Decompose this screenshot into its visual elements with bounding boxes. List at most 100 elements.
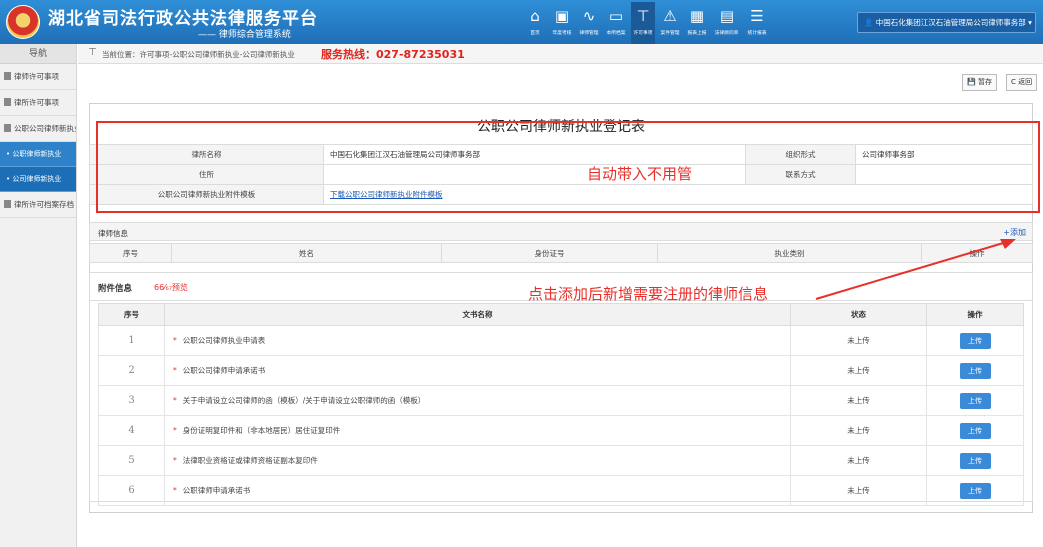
nav-case-management[interactable]: ⚠ 案件管理 [658,2,682,44]
upload-button[interactable]: 上传 [959,362,991,379]
annotation-add-hint: 点击添加后新增需要注册的律师信息 [528,285,769,303]
breadcrumb: 当前位置：许可事项-公职公司律师新执业-公司律师新执业 [102,50,295,59]
row-status: 未上传 [790,355,927,386]
report-icon: ▦ [689,7,705,25]
sidebar-subitem-label: 公司律师新执业 [12,175,62,183]
org-form-value: 公司律师事务部 [855,144,1033,165]
doc-name-text: 法律职业资格证或律师资格证副本复印件 [182,456,318,465]
attachments-section: 附件信息 66⁄₆₇预览 序号 文书名称 状态 操作 1 * 公职公司律师执业申请… [89,272,1033,506]
col-seq: 序号 [89,243,172,263]
monitor-icon: ▭ [608,7,624,25]
sidebar-item-public-company-lawyer[interactable]: 公职公司律师新执业 [0,116,76,142]
folder-icon [4,72,11,80]
doc-name-text: 公职公司律师申请承诺书 [182,366,266,375]
row-seq: 5 [98,445,165,476]
sidebar: 导航 律师许可事项 律所许可事项 公职公司律师新执业 • 公职律师新执业 • 公… [0,44,77,547]
nav-home[interactable]: ⌂ 首页 [523,2,547,44]
upload-button[interactable]: 上传 [959,422,991,439]
row-action: 上传 [926,445,1024,476]
user-dropdown[interactable]: 👤 中国石化集团江汉石油管理局公司律师事务部 ▾ [857,12,1036,33]
platform-title: 湖北省司法行政公共法律服务平台 [48,9,318,29]
sidebar-subitem-company-lawyer[interactable]: • 公司律师新执业 [0,167,76,192]
nav-statistics[interactable]: ☰ 统计报表 [745,2,769,44]
sidebar-item-archive[interactable]: 律所许可档案存档 [0,192,76,218]
row-action: 上传 [926,385,1024,416]
doc-name-text: 关于申请设立公司律师的函（模板）/关于申请设立公职律师的函（模板） [182,396,426,405]
nav-report-submit[interactable]: ▦ 报表上报 [685,2,709,44]
upload-button[interactable]: 上传 [959,392,991,409]
required-mark: * [173,336,177,345]
table-row: 2 * 公职公司律师申请承诺书 未上传 上传 [98,355,1024,386]
sidebar-subitem-label: 公职律师新执业 [12,150,62,158]
nav-firm-archive[interactable]: ▭ 本所档案 [604,2,628,44]
sidebar-subitem-public-lawyer[interactable]: • 公职律师新执业 [0,142,76,167]
annotation-auto-fill: 自动带入不用管 [587,165,693,183]
sitemap-icon: ⊤ [636,7,650,25]
row-seq: 3 [98,385,165,416]
nav-annual-review[interactable]: ▣ 年度考核 [550,2,574,44]
table-row: 3 * 关于申请设立公司律师的函（模板）/关于申请设立公职律师的函（模板） 未上传… [98,385,1024,416]
doc-name-text: 公职公司律师执业申请表 [182,336,266,345]
firm-info-table: 律所名称 中国石化集团江汉石油管理局公司律师事务部 组织形式 公司律师事务部 住… [89,144,1033,205]
nav-label: 年度考核 [552,30,572,36]
template-label: 公职公司律师新执业附件模板 [89,184,324,205]
table-row: 4 * 身份证明复印件和（非本地居民）居住证复印件 未上传 上传 [98,415,1024,446]
user-icon: 👤 [864,18,876,27]
row-doc-name: * 法律职业资格证或律师资格证副本复印件 [164,445,791,476]
sidebar-title: 导航 [0,44,76,64]
required-mark: * [173,366,177,375]
pulse-icon: ∿ [582,7,596,25]
nav-permit-matters[interactable]: ⊤ 许可事项 [631,2,655,44]
document-icon: ▤ [719,7,735,25]
top-header: 湖北省司法行政公共法律服务平台 —— 律师综合管理系统 ⌂ 首页 ▣ 年度考核 … [0,0,1043,44]
service-hotline: 服务热线：027-87235031 [321,48,465,61]
firm-name-label: 律所名称 [89,144,324,165]
back-button[interactable]: C 返回 [1006,74,1038,91]
lawyer-info-title: 律师信息 [98,229,128,238]
required-mark: * [173,486,177,495]
col-seq: 序号 [98,303,165,326]
nav-label: 本所档案 [606,30,626,36]
nav-lawyer-management[interactable]: ∿ 律师管理 [577,2,601,44]
col-doc-name: 文书名称 [164,303,791,326]
lawyer-info-header: 律师信息 +添加 [89,222,1033,241]
col-action: 操作 [926,303,1024,326]
nav-label: 首页 [530,30,540,36]
contact-value [855,164,1033,185]
col-id-number: 身份证号 [441,243,658,263]
col-practice-type: 执业类别 [657,243,922,263]
form-title: 公职公司律师新执业登记表 [477,119,645,135]
firm-name-value: 中国石化集团江汉石油管理局公司律师事务部 [323,144,746,165]
preview-link[interactable]: 66⁄₆₇预览 [154,282,188,293]
org-form-label: 组织形式 [745,144,856,165]
download-template-link[interactable]: 下载公职公司律师新执业附件模板 [330,190,443,199]
row-doc-name: * 关于申请设立公司律师的函（模板）/关于申请设立公职律师的函（模板） [164,385,791,416]
nav-label: 法律顾问单 [715,30,739,36]
sitemap-icon: ⊤ [88,47,97,58]
address-label: 住所 [89,164,324,185]
row-action: 上传 [926,355,1024,386]
lawyer-table: 序号 姓名 身份证号 执业类别 操作 [89,243,1033,263]
upload-button[interactable]: 上传 [959,332,991,349]
row-seq: 6 [98,475,165,506]
upload-button[interactable]: 上传 [959,452,991,469]
attachments-title: 附件信息 [98,284,133,294]
save-draft-button[interactable]: 💾 暂存 [962,74,997,91]
upload-button[interactable]: 上传 [959,482,991,499]
row-doc-name: * 身份证明复印件和（非本地居民）居住证复印件 [164,415,791,446]
breadcrumb-bar: ⊤ 当前位置：许可事项-公职公司律师新执业-公司律师新执业 服务热线：027-8… [78,44,1043,64]
sidebar-item-label: 律所许可档案存档 [14,200,74,209]
nav-legal-advisor[interactable]: ▤ 法律顾问单 [712,2,742,44]
folder-icon [4,200,11,208]
sidebar-item-lawyer-permit[interactable]: 律师许可事项 [0,64,76,90]
col-name: 姓名 [171,243,442,263]
platform-subtitle: —— 律师综合管理系统 [198,30,291,40]
table-row: 5 * 法律职业资格证或律师资格证副本复印件 未上传 上传 [98,445,1024,476]
add-lawyer-button[interactable]: +添加 [1003,227,1026,238]
sidebar-item-firm-permit[interactable]: 律所许可事项 [0,90,76,116]
required-mark: * [173,396,177,405]
nav-label: 许可事项 [633,30,653,36]
row-action: 上传 [926,325,1024,356]
row-action: 上传 [926,415,1024,446]
user-name: 中国石化集团江汉石油管理局公司律师事务部 ▾ [875,18,1032,27]
